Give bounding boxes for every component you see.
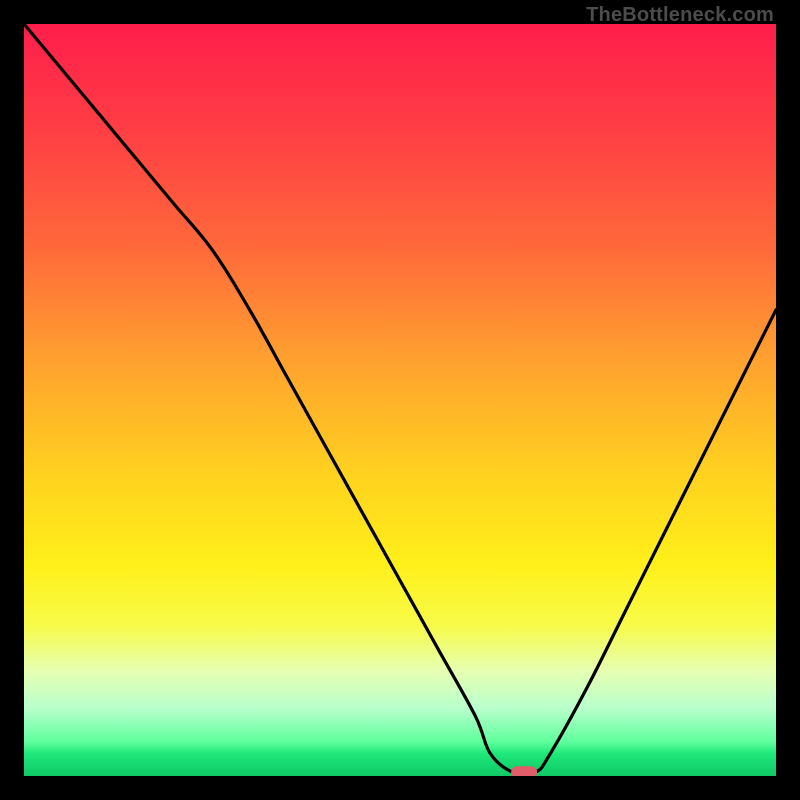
gradient-background [24, 24, 776, 776]
watermark-text: TheBottleneck.com [586, 4, 774, 27]
optimum-marker [511, 766, 537, 776]
chart-frame [24, 24, 776, 776]
bottleneck-chart [24, 24, 776, 776]
